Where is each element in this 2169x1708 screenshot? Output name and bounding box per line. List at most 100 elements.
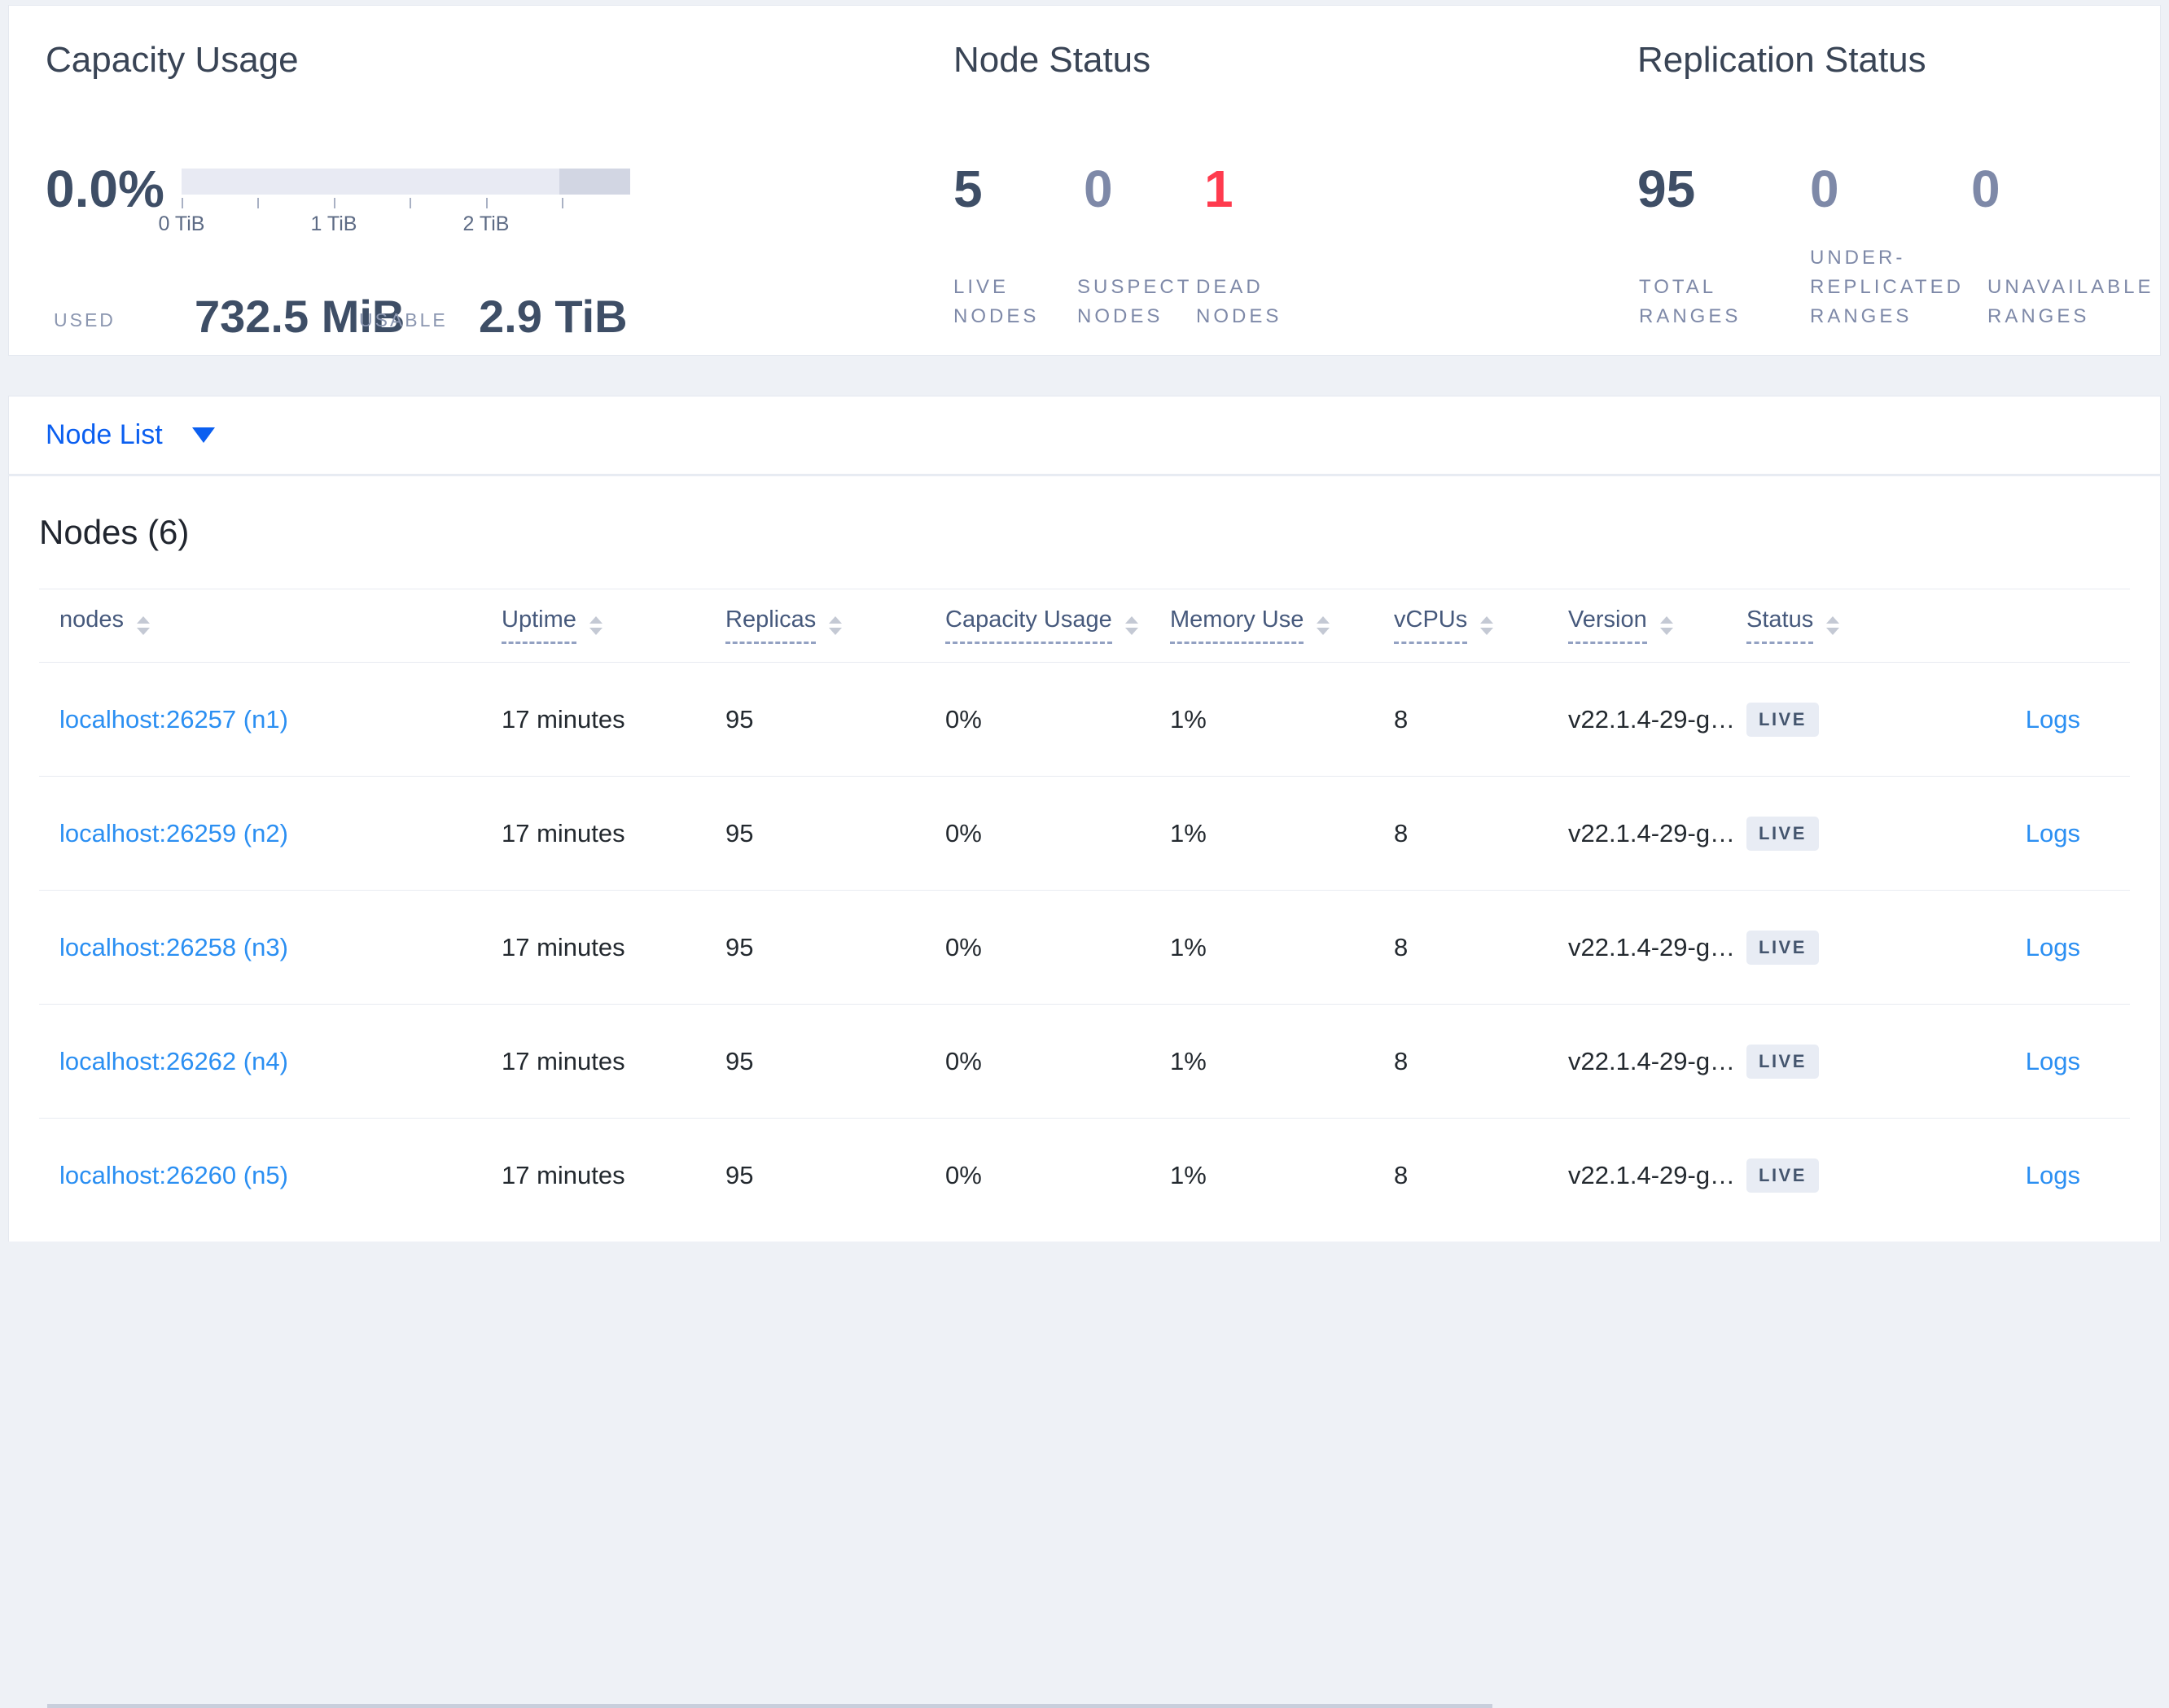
- live-nodes-count: 5: [953, 160, 983, 218]
- memory-cell: 1%: [1170, 1046, 1207, 1075]
- uptime-cell: 17 minutes: [502, 1046, 625, 1075]
- table-row: localhost:26258 (n3) 17 minutes 95 0% 1%…: [39, 891, 2130, 1005]
- column-header-status[interactable]: Status: [1746, 607, 1921, 644]
- dead-nodes-count: 1: [1204, 160, 1233, 218]
- suspect-nodes-count: 0: [1084, 160, 1113, 218]
- unavailable-count: 0: [1971, 160, 2000, 218]
- sort-icon[interactable]: [1826, 615, 1840, 635]
- node-address-link[interactable]: localhost:26262 (n4): [59, 1047, 288, 1075]
- column-header-vcpus[interactable]: vCPUs: [1394, 607, 1568, 644]
- status-badge: LIVE: [1746, 930, 1819, 965]
- replicas-cell: 95: [725, 704, 754, 734]
- nodes-table-body: localhost:26257 (n1) 17 minutes 95 0% 1%…: [39, 663, 2130, 1233]
- sort-icon[interactable]: [1124, 615, 1138, 635]
- sort-icon[interactable]: [1480, 615, 1494, 635]
- uptime-cell: 17 minutes: [502, 704, 625, 734]
- version-cell: v22.1.4-29-g…: [1568, 1161, 1736, 1189]
- node-status-title: Node Status: [953, 40, 1151, 80]
- column-header-capacity-usage[interactable]: Capacity Usage: [945, 607, 1170, 644]
- logs-link[interactable]: Logs: [2026, 1047, 2080, 1075]
- vcpus-cell: 8: [1394, 1161, 1409, 1189]
- node-address-link[interactable]: localhost:26260 (n5): [59, 1161, 288, 1189]
- column-header-replicas[interactable]: Replicas: [725, 607, 945, 644]
- capacity-bar: [182, 169, 630, 195]
- scroll-cut-divider: [47, 1704, 1492, 1708]
- used-label: USED: [54, 309, 116, 331]
- capacity-cell: 0%: [945, 932, 982, 961]
- node-status-labels: LIVE NODES SUSPECT NODES DEAD NODES: [953, 265, 1318, 331]
- sort-icon[interactable]: [137, 615, 151, 635]
- tick-label-0: 0 TiB: [158, 212, 205, 235]
- node-status-numbers: 5 0 1: [953, 163, 1233, 215]
- under-replicated-label: UNDER-REPLICATED RANGES: [1810, 247, 1964, 327]
- vcpus-cell: 8: [1394, 818, 1409, 847]
- column-header-nodes[interactable]: nodes: [59, 607, 502, 644]
- status-badge: LIVE: [1746, 816, 1819, 851]
- logs-link[interactable]: Logs: [2026, 819, 2080, 847]
- replication-status-title: Replication Status: [1637, 40, 1926, 80]
- nodes-section-title: Nodes (6): [39, 513, 190, 551]
- node-address-link[interactable]: localhost:26259 (n2): [59, 819, 288, 847]
- node-list-dropdown[interactable]: Node List: [46, 419, 215, 451]
- capacity-percent: 0.0%: [46, 160, 164, 218]
- vcpus-cell: 8: [1394, 932, 1409, 961]
- column-header-version[interactable]: Version: [1568, 607, 1746, 644]
- table-row: localhost:26260 (n5) 17 minutes 95 0% 1%…: [39, 1119, 2130, 1233]
- sort-icon[interactable]: [1659, 615, 1673, 635]
- usable-value: 2.9 TiB: [479, 291, 628, 342]
- logs-link[interactable]: Logs: [2026, 933, 2080, 961]
- capacity-bar-dark-segment: [559, 169, 630, 195]
- status-badge: LIVE: [1746, 1044, 1819, 1079]
- capacity-cell: 0%: [945, 704, 982, 734]
- usable-label: USABLE: [359, 309, 448, 331]
- memory-cell: 1%: [1170, 1161, 1207, 1189]
- uptime-cell: 17 minutes: [502, 1161, 625, 1189]
- capacity-axis-labels: 0 TiB 1 TiB 2 TiB: [159, 212, 630, 239]
- sort-icon[interactable]: [589, 615, 602, 635]
- vcpus-cell: 8: [1394, 1046, 1409, 1075]
- table-row: localhost:26262 (n4) 17 minutes 95 0% 1%…: [39, 1005, 2130, 1119]
- capacity-cell: 0%: [945, 1046, 982, 1075]
- cluster-summary-card: Capacity Usage 0.0% 0 TiB 1 TiB 2 TiB US…: [8, 5, 2161, 356]
- capacity-usage-title: Capacity Usage: [46, 40, 299, 80]
- table-row: localhost:26257 (n1) 17 minutes 95 0% 1%…: [39, 663, 2130, 777]
- nodes-table-header: nodes Uptime Replicas Capacity Usage Mem…: [59, 589, 2080, 662]
- capacity-cell: 0%: [945, 1161, 982, 1189]
- view-selector-bar: Node List: [8, 396, 2161, 475]
- under-replicated-count: 0: [1810, 160, 1839, 218]
- uptime-cell: 17 minutes: [502, 932, 625, 961]
- replicas-cell: 95: [725, 1046, 754, 1075]
- dead-nodes-label: DEAD NODES: [1196, 276, 1282, 327]
- version-cell: v22.1.4-29-g…: [1568, 1046, 1736, 1075]
- logs-link[interactable]: Logs: [2026, 705, 2080, 734]
- node-address-link[interactable]: localhost:26257 (n1): [59, 705, 288, 734]
- nodes-table-card: Nodes (6) nodes Uptime Replicas Capacity…: [8, 475, 2161, 1708]
- status-badge: LIVE: [1746, 702, 1819, 737]
- memory-cell: 1%: [1170, 704, 1207, 734]
- column-header-uptime[interactable]: Uptime: [502, 607, 725, 644]
- logs-link[interactable]: Logs: [2026, 1161, 2080, 1189]
- replicas-cell: 95: [725, 932, 754, 961]
- version-cell: v22.1.4-29-g…: [1568, 932, 1736, 961]
- memory-cell: 1%: [1170, 818, 1207, 847]
- replication-numbers: 95 0 0: [1637, 163, 2000, 215]
- version-cell: v22.1.4-29-g…: [1568, 704, 1736, 734]
- capacity-stats: USED 732.5 MiB USABLE 2.9 TiB: [9, 282, 660, 339]
- version-cell: v22.1.4-29-g…: [1568, 818, 1736, 847]
- capacity-axis-ticks: [182, 198, 630, 211]
- memory-cell: 1%: [1170, 932, 1207, 961]
- node-list-dropdown-label: Node List: [46, 419, 163, 450]
- caret-down-icon: [191, 427, 215, 443]
- tick-label-2: 2 TiB: [462, 212, 510, 235]
- table-row: localhost:26259 (n2) 17 minutes 95 0% 1%…: [39, 777, 2130, 891]
- node-address-link[interactable]: localhost:26258 (n3): [59, 933, 288, 961]
- suspect-nodes-label: SUSPECT NODES: [1077, 276, 1192, 327]
- tick-label-1: 1 TiB: [310, 212, 357, 235]
- sort-icon[interactable]: [829, 615, 843, 635]
- replicas-cell: 95: [725, 818, 754, 847]
- replicas-cell: 95: [725, 1161, 754, 1189]
- capacity-cell: 0%: [945, 818, 982, 847]
- column-header-memory-use[interactable]: Memory Use: [1170, 607, 1394, 644]
- sort-icon[interactable]: [1317, 615, 1330, 635]
- total-ranges-label: TOTAL RANGES: [1639, 276, 1742, 327]
